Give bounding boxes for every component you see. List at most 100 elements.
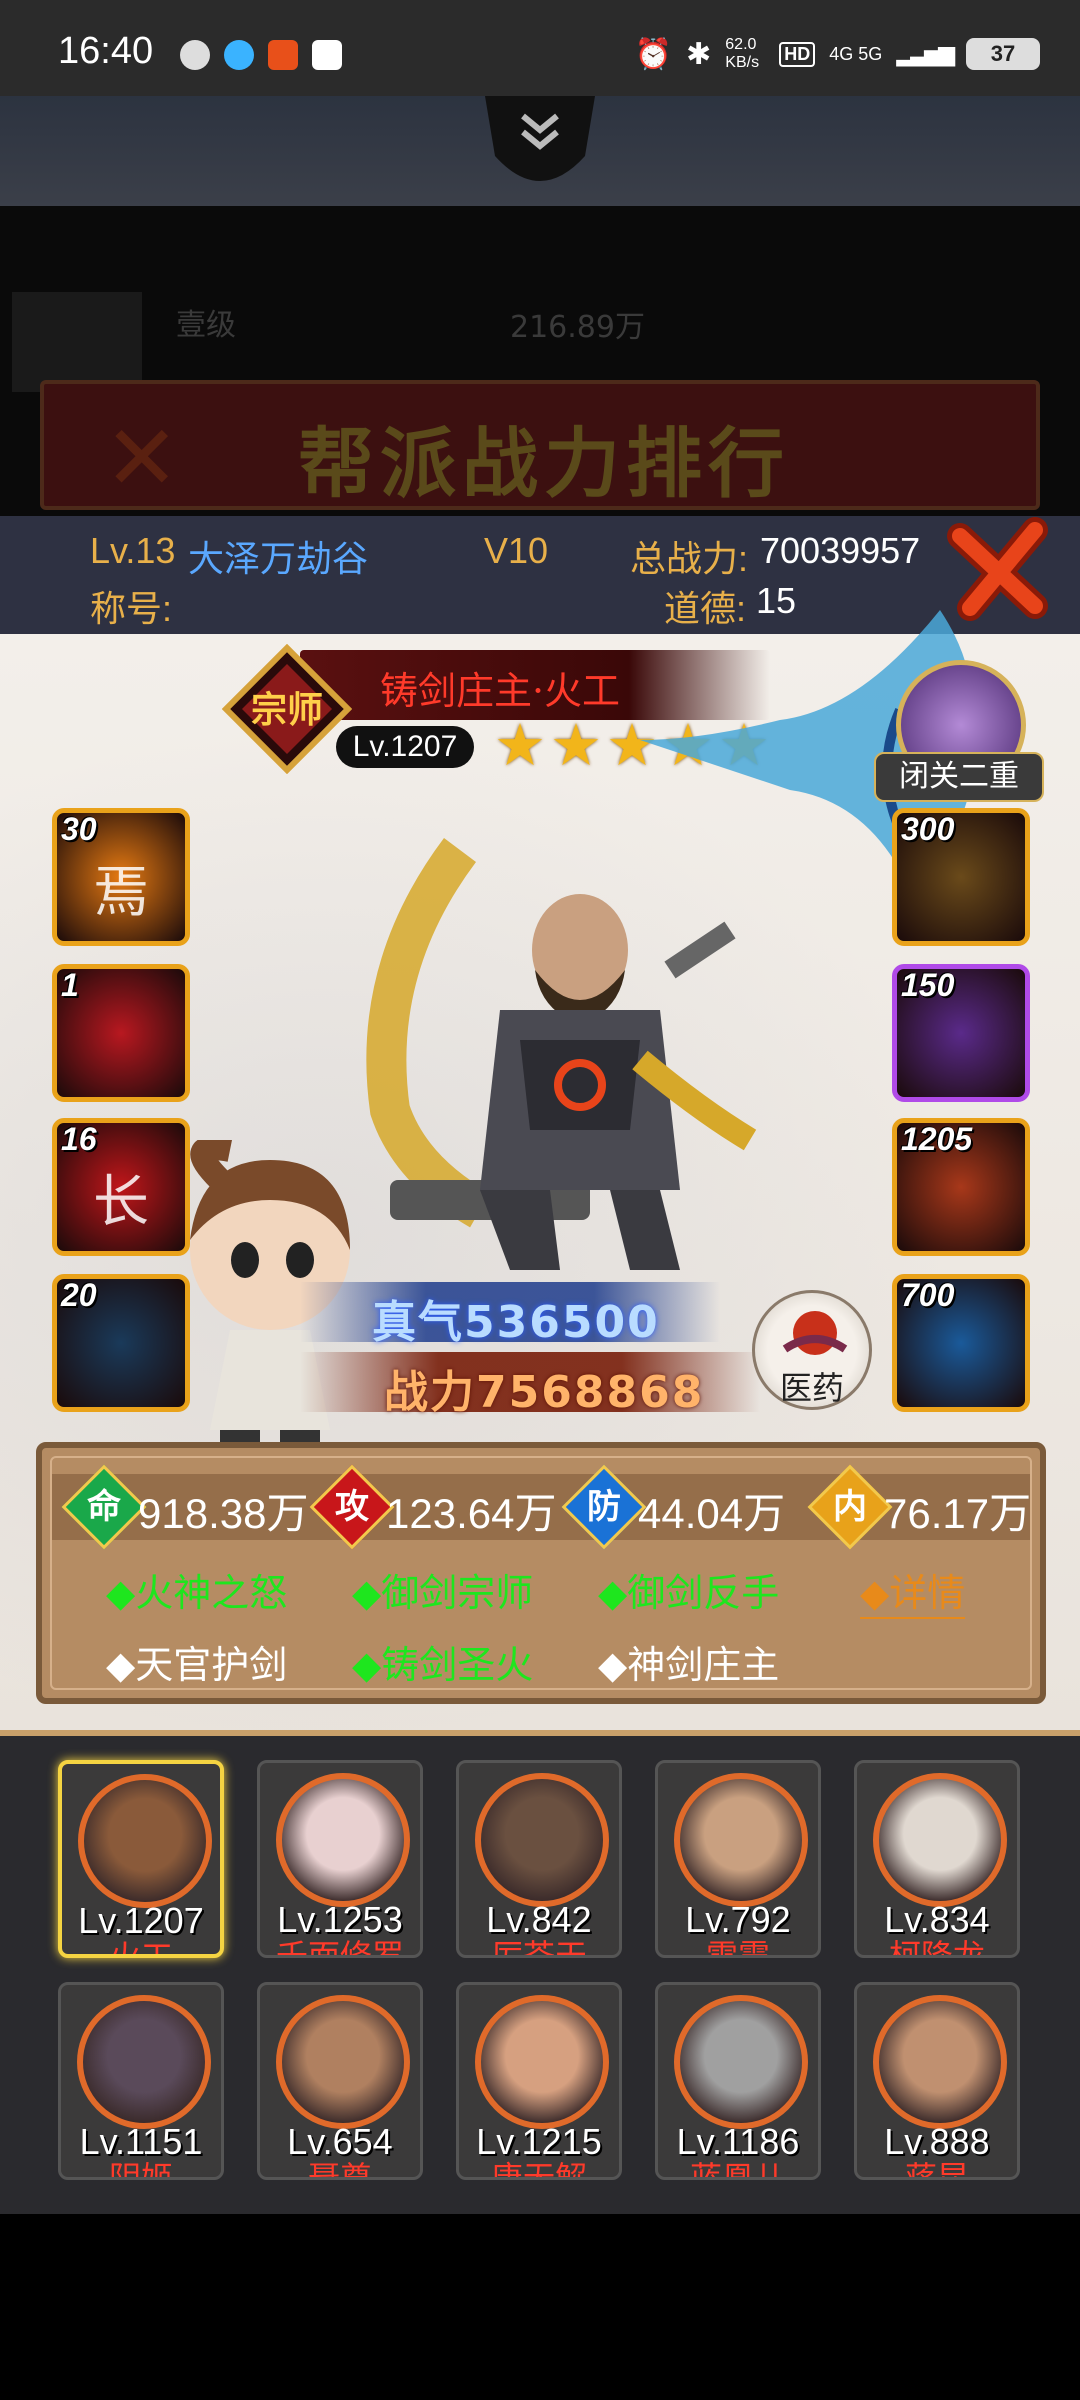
dim-rank-box — [12, 292, 142, 392]
equipment-slot[interactable]: 700 — [892, 1274, 1030, 1412]
medicine-label: 医药 — [779, 1369, 844, 1407]
defense-stat-icon-text: 防 — [587, 1487, 621, 1527]
attack-stat-icon-text: 攻 — [335, 1487, 369, 1527]
qq-icon — [224, 40, 254, 70]
hero-portrait — [674, 1995, 808, 2129]
details-link[interactable]: ◆详情 — [860, 1562, 966, 1619]
hero-portrait — [475, 1773, 609, 1907]
passive-skill[interactable]: ◆天官护剑 — [106, 1634, 287, 1689]
passive-skill[interactable]: ◆御剑宗师 — [352, 1562, 533, 1617]
hero-card[interactable]: Lv.1186 蓝凰儿 — [655, 1982, 821, 2180]
attributes-inner: 命 918.38万攻 123.64万防 44.04万 内 76.17万 ◆火神之怒 ◆御剑… — [50, 1456, 1032, 1690]
inner-stat-icon: 内 — [807, 1464, 893, 1550]
hero-portrait — [78, 1774, 212, 1908]
alarm-icon: ⏰ — [634, 37, 673, 71]
defense-stat-value: 44.04万 — [638, 1490, 786, 1537]
square-icon — [312, 40, 342, 70]
equipment-slot-count: 1205 — [901, 1121, 973, 1157]
wechat-icon — [180, 40, 210, 70]
hero-card[interactable]: Lv.1151 阴姬 — [58, 1982, 224, 2180]
hp-stat-icon-text: 命 — [87, 1487, 121, 1527]
player-level: Lv.13 — [90, 530, 176, 571]
hp-stat-value: 918.38万 — [138, 1490, 309, 1537]
hero-card[interactable]: Lv.654 聂尊 — [257, 1982, 423, 2180]
passive-skill[interactable]: ◆御剑反手 — [598, 1562, 779, 1617]
attack-stat-icon: 攻 — [309, 1464, 395, 1550]
hero-card-name: 蓝凰儿 — [689, 2159, 786, 2180]
zhenqi-label: 真气 — [372, 1297, 464, 1348]
star-icon: ★ — [550, 711, 602, 779]
defense-stat-icon: 防 — [561, 1464, 647, 1550]
app-icon — [268, 40, 298, 70]
dim-level-text: 壹级 — [176, 308, 236, 343]
hero-card[interactable]: Lv.1207 火工 — [58, 1760, 224, 1958]
equipment-slot-count: 700 — [901, 1277, 955, 1313]
inner-stat-value: 76.17万 — [884, 1490, 1032, 1537]
ranking-banner: ✕ 帮派战力排行 — [40, 380, 1040, 511]
signal-text: 4G 5G — [829, 43, 883, 64]
hero-card[interactable]: Lv.1253 千面修罗 — [257, 1760, 423, 1958]
hero-card[interactable]: Lv.792 雷震 — [655, 1760, 821, 1958]
vip-level: V10 — [484, 530, 549, 571]
equipment-slot[interactable]: 300 — [892, 808, 1030, 946]
skill-slot-count: 16 — [61, 1121, 97, 1157]
skill-slot[interactable]: 30 焉 — [52, 808, 190, 946]
total-power-label: 总战力: — [630, 538, 749, 579]
hp-stat-icon: 命 — [61, 1464, 147, 1550]
hero-portrait — [873, 1773, 1007, 1907]
skill-slot[interactable]: 1 — [52, 964, 190, 1102]
hero-power-label: 战力 — [384, 1367, 476, 1418]
guild-name[interactable]: 大泽万劫谷 — [188, 530, 368, 582]
hero-card-name: 火工 — [108, 1938, 173, 1958]
attributes-panel: 命 918.38万攻 123.64万防 44.04万 内 76.17万 ◆火神之怒 ◆御剑… — [36, 1442, 1046, 1704]
signal-bars-icon: ▂▃▅▆ — [896, 41, 955, 66]
zhenqi-bar: 真气536500 — [300, 1282, 720, 1348]
stat-row: 命 918.38万攻 123.64万防 44.04万 内 76.17万 — [52, 1464, 1032, 1550]
hero-card-name: 千面修罗 — [275, 1937, 404, 1958]
equipment-slot[interactable]: 1205 — [892, 1118, 1030, 1256]
hero-card-name: 阴姬 — [108, 2159, 173, 2180]
hero-card-name: 唐无解 — [490, 2159, 587, 2180]
hero-portrait — [276, 1995, 410, 2129]
hero-portrait — [674, 1773, 808, 1907]
equipment-slot[interactable]: 150 — [892, 964, 1030, 1102]
attack-stat-value: 123.64万 — [386, 1490, 557, 1537]
title-label: 称号: — [90, 588, 173, 629]
hero-portrait — [276, 1773, 410, 1907]
hero-level: Lv.1207 — [336, 726, 474, 768]
dim-power-text: 216.89万 — [510, 310, 645, 345]
battery-icon: 37 — [966, 38, 1040, 70]
total-power-value: 70039957 — [760, 530, 921, 571]
skill-slot-glyph: 焉 — [93, 860, 149, 925]
status-bar: 16:40 ⏰ ✱ 62.0 KB/s HD 4G 5G ▂▃▅▆ 37 — [0, 0, 1080, 96]
passive-skill[interactable]: ◆火神之怒 — [106, 1562, 287, 1617]
inner-stat-icon-text: 内 — [833, 1487, 867, 1527]
hero-card[interactable]: Lv.1215 唐无解 — [456, 1982, 622, 2180]
hero-card[interactable]: Lv.834 柯降龙 — [854, 1760, 1020, 1958]
bluetooth-icon: ✱ — [686, 37, 712, 71]
banner-title: 帮派战力排行 — [298, 419, 790, 508]
hero-power-value: 7568868 — [476, 1367, 705, 1418]
hero-portrait — [475, 1995, 609, 2129]
hero-card-name: 聂尊 — [307, 2159, 372, 2180]
hero-power-bar: 战力7568868 — [300, 1352, 760, 1418]
passive-skill[interactable]: ◆神剑庄主 — [598, 1634, 779, 1689]
passive-skill[interactable]: ◆铸剑圣火 — [352, 1634, 533, 1689]
dimmed-guild-row: 壹级 216.89万 — [0, 292, 1080, 392]
hero-portrait — [77, 1995, 211, 2129]
bottom-area — [0, 2214, 1080, 2400]
hero-illustration — [366, 838, 757, 1270]
rank-badge-icon: 宗师 — [222, 644, 352, 774]
rank-badge-text: 宗师 — [251, 689, 323, 731]
status-right: ⏰ ✱ 62.0 KB/s HD 4G 5G ▂▃▅▆ 37 — [635, 36, 1040, 72]
pet-status-label: 闭关二重 — [874, 752, 1044, 802]
star-icon: ★ — [494, 711, 546, 779]
skill-slot-count: 30 — [61, 811, 97, 847]
hero-card[interactable]: Lv.888 蒋昆 — [854, 1982, 1020, 2180]
hero-card-name: 厉苍天 — [490, 1937, 587, 1958]
collapse-chevron-icon[interactable] — [465, 96, 615, 206]
notification-icons — [180, 40, 342, 70]
medicine-button[interactable]: 医药 — [752, 1290, 872, 1410]
hero-card-name: 柯降龙 — [888, 1937, 985, 1958]
hero-card[interactable]: Lv.842 厉苍天 — [456, 1760, 622, 1958]
